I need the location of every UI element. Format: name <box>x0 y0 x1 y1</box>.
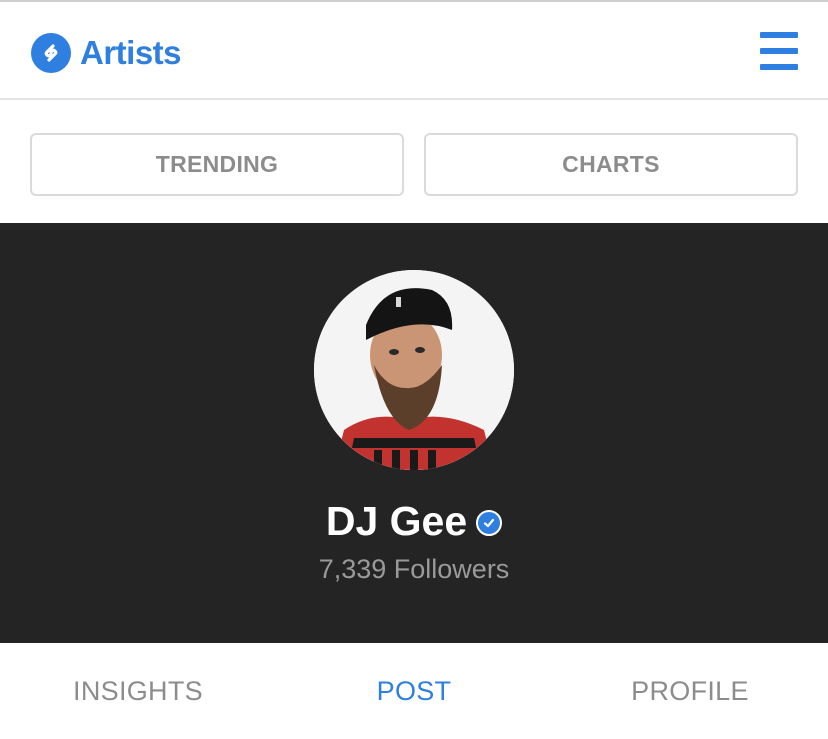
trending-label: TRENDING <box>155 151 279 177</box>
artist-avatar[interactable] <box>314 270 514 470</box>
followers-label: Followers <box>393 554 510 584</box>
profile-hero: DJ Gee 7,339 Followers <box>0 223 828 643</box>
artist-name: DJ Gee <box>325 498 468 544</box>
tab-insights[interactable]: INSIGHTS <box>0 676 276 707</box>
artist-name-row: DJ Gee <box>0 497 828 545</box>
tab-profile[interactable]: PROFILE <box>552 676 828 707</box>
hamburger-menu-icon[interactable] <box>760 32 798 72</box>
app-header: Artists <box>0 2 828 100</box>
trending-button[interactable]: TRENDING <box>30 133 404 196</box>
followers-count: 7,339 Followers <box>0 554 828 585</box>
tab-post[interactable]: POST <box>276 676 552 707</box>
charts-button[interactable]: CHARTS <box>424 133 798 196</box>
app-title: Artists <box>80 34 182 71</box>
brand[interactable]: Artists <box>31 33 182 73</box>
shazam-logo-icon <box>31 33 71 73</box>
verified-badge-icon <box>476 510 503 536</box>
charts-label: CHARTS <box>562 151 660 177</box>
followers-number: 7,339 <box>318 554 387 584</box>
